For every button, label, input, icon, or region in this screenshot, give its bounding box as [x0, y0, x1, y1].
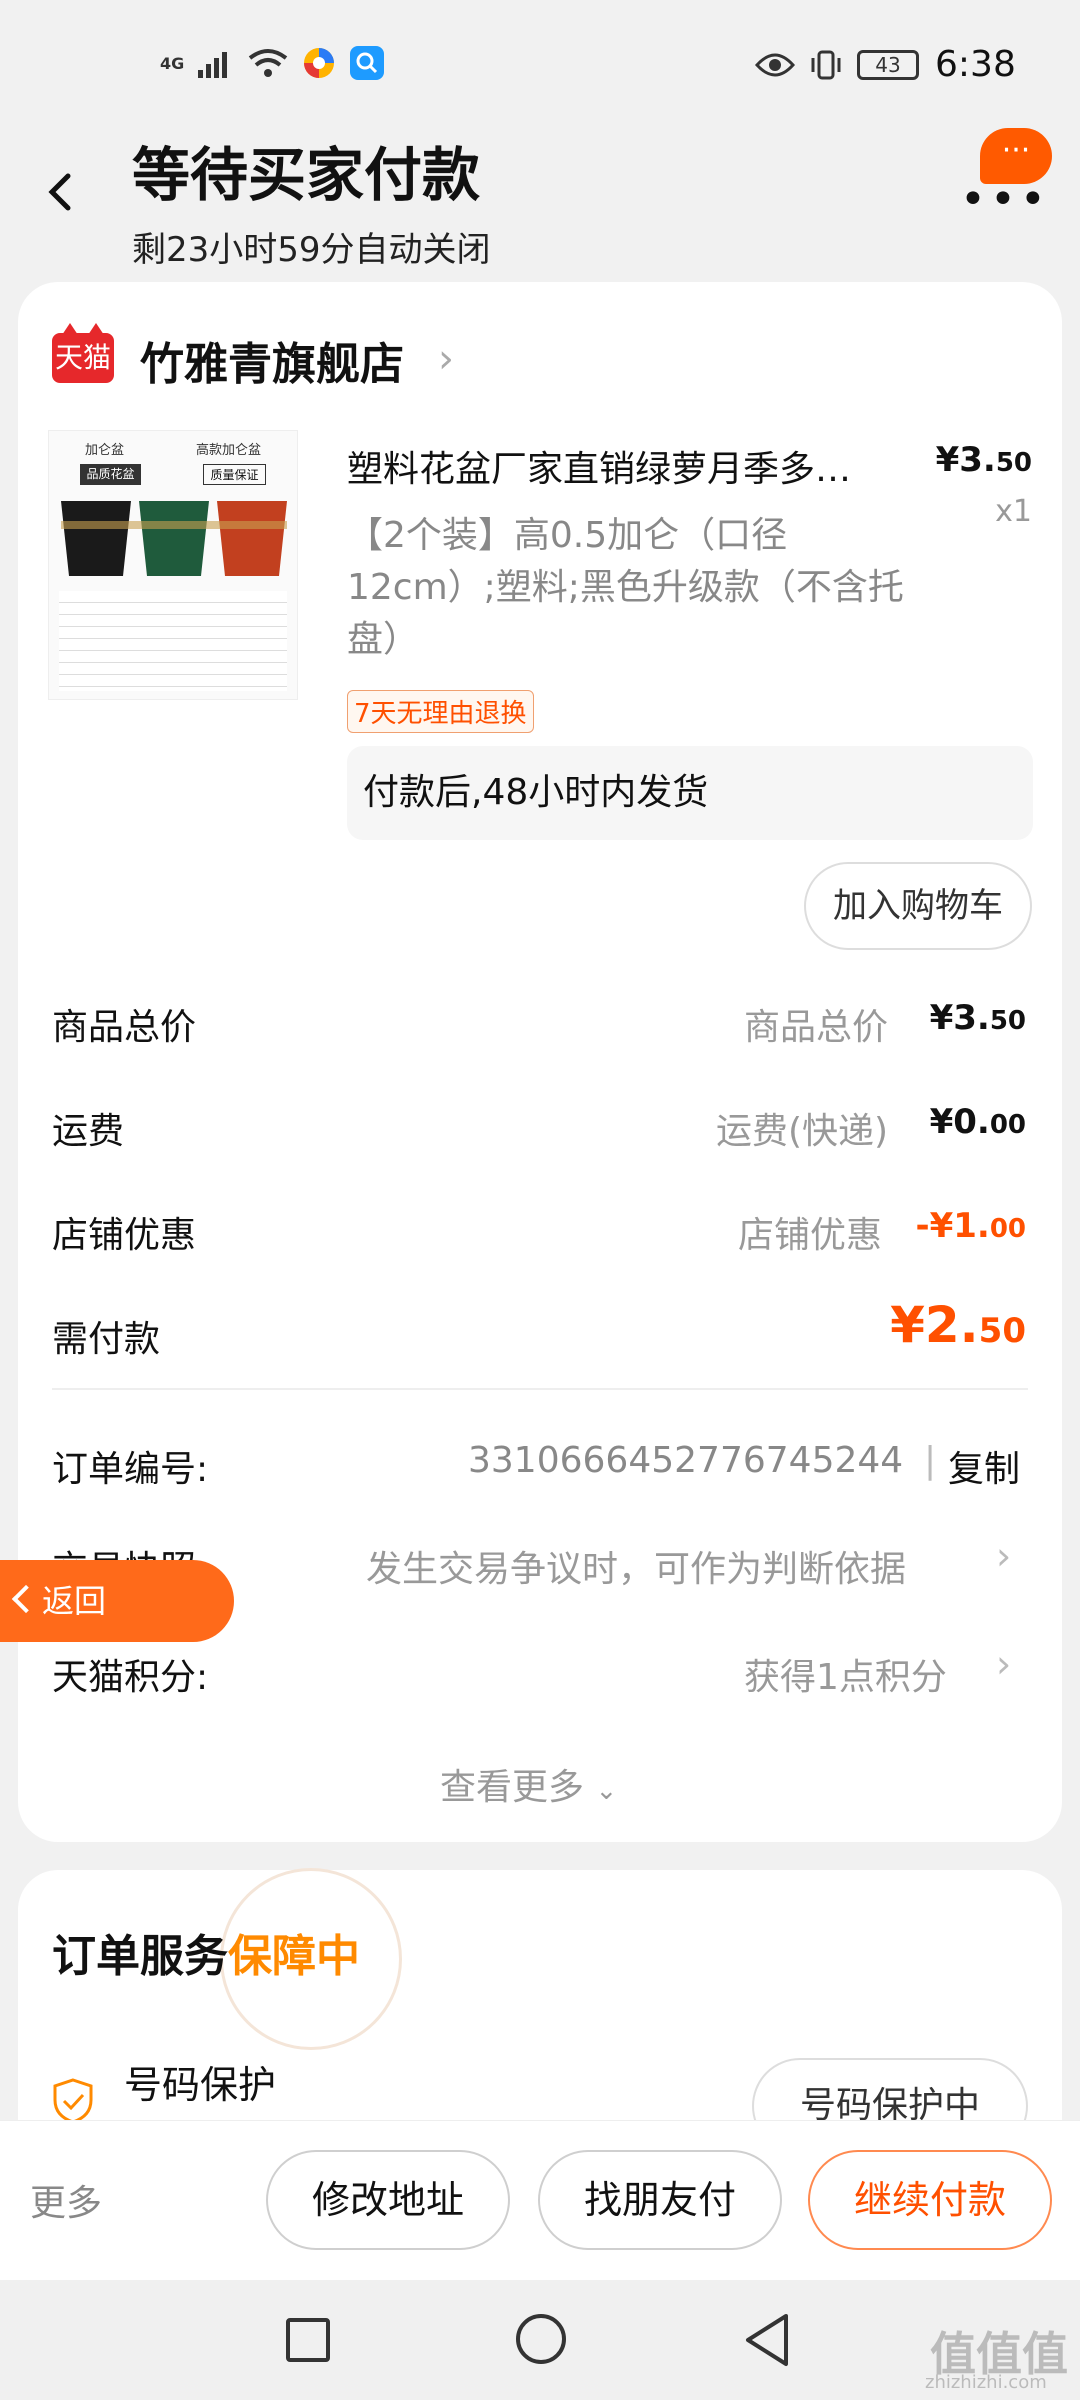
recents-icon[interactable] [286, 2318, 330, 2362]
friend-pay-button[interactable]: 找朋友付 [538, 2150, 782, 2250]
copy-button[interactable]: 复制 [948, 1440, 1020, 1492]
search-app-icon [350, 46, 385, 80]
shop-name[interactable]: 竹雅青旗舰店 [140, 328, 404, 392]
status-bar-right: 43 [755, 48, 919, 82]
back-arrow-icon[interactable] [40, 170, 84, 214]
summary-label-discount: 店铺优惠 [52, 1215, 197, 1256]
order-number-value: 3310666452776745244 [468, 1440, 904, 1481]
divider [52, 1388, 1028, 1390]
more-options-icon[interactable]: ••• [960, 178, 1050, 222]
summary-mid-shipping: 运费(快递) [716, 1111, 889, 1152]
eye-icon [755, 53, 795, 77]
summary-mid-subtotal: 商品总价 [744, 1007, 889, 1048]
summary-label-subtotal: 商品总价 [52, 1007, 197, 1048]
summary-value-shipping: ¥0.00 [929, 1102, 1026, 1142]
page-title: 等待买家付款 [132, 141, 481, 209]
thumb-header-1: 加仑盆 [84, 443, 124, 458]
service-title: 订单服务保障中 [52, 1931, 360, 1982]
product-thumbnail[interactable]: 加仑盆 高款加仑盆 品质花盆 质量保证 [48, 430, 298, 700]
back-triangle-icon[interactable] [742, 2312, 792, 2368]
add-to-cart-button[interactable]: 加入购物车 [804, 862, 1032, 950]
summary-label-total: 需付款 [52, 1319, 161, 1360]
see-more-link[interactable]: 查看更多 ⌄ [440, 1758, 617, 1810]
shipping-note: 付款后,48小时内发货 [347, 746, 1033, 840]
return-policy-tag: 7天无理由退换 [347, 690, 534, 733]
number-protection-label: 号码保护 [124, 2063, 277, 2107]
summary-label-shipping: 运费 [52, 1111, 125, 1152]
status-time: 6:38 [935, 44, 1016, 85]
chat-bubble-icon[interactable]: ··· [980, 128, 1052, 184]
network-type: 4G [160, 53, 185, 73]
thumb-header-2: 高款加仑盆 [195, 443, 261, 458]
summary-value-total: ¥2.50 [890, 1296, 1026, 1354]
wifi-icon [249, 49, 288, 77]
summary-value-discount: -¥1.00 [915, 1206, 1026, 1246]
tmall-logo: 天猫 [52, 323, 114, 383]
product-quantity: x1 [995, 494, 1032, 529]
points-label: 天猫积分: [52, 1657, 209, 1698]
watermark-url: zhizhizhi.com [925, 2372, 1047, 2393]
auto-close-countdown: 剩23小时59分自动关闭 [132, 230, 491, 270]
snapshot-value[interactable]: 发生交易争议时，可作为判断依据 [366, 1540, 906, 1592]
chevron-down-icon: ⌄ [595, 1776, 618, 1806]
summary-mid-discount: 店铺优惠 [738, 1215, 883, 1256]
battery-level: 43 [875, 53, 901, 77]
signal-icon [198, 52, 228, 78]
product-sku: 【2个装】高0.5加仑（口径12cm）;塑料;黑色升级款（不含托盘） [347, 515, 904, 660]
chevron-right-icon[interactable]: › [438, 336, 454, 382]
more-button[interactable]: 更多 [30, 2174, 102, 2226]
status-bar-left: 4G [160, 46, 385, 80]
return-floating-button[interactable]: 返回 [0, 1560, 234, 1642]
chevron-right-icon[interactable]: › [996, 1642, 1011, 1686]
chevron-right-icon[interactable]: › [996, 1534, 1011, 1578]
size-table [59, 591, 287, 691]
shield-check-icon [53, 2078, 93, 2124]
points-value[interactable]: 获得1点积分 [744, 1648, 947, 1700]
modify-address-button[interactable]: 修改地址 [266, 2150, 510, 2250]
order-number-label: 订单编号: [52, 1449, 209, 1490]
vibrate-icon [811, 50, 841, 80]
product-price: ¥3.50 [935, 440, 1032, 480]
separator: | [924, 1440, 937, 1481]
thumb-sub-2: 质量保证 [203, 464, 266, 485]
flower-pots-image [61, 501, 287, 576]
continue-pay-button[interactable]: 继续付款 [808, 2150, 1052, 2250]
home-icon[interactable] [516, 2314, 566, 2364]
summary-value-subtotal: ¥3.50 [929, 998, 1026, 1038]
thumb-sub-1: 品质花盆 [80, 464, 141, 485]
battery-icon: 43 [857, 50, 919, 80]
app-colorful-icon [304, 48, 335, 78]
product-title[interactable]: 塑料花盆厂家直销绿萝月季多… [347, 440, 917, 492]
